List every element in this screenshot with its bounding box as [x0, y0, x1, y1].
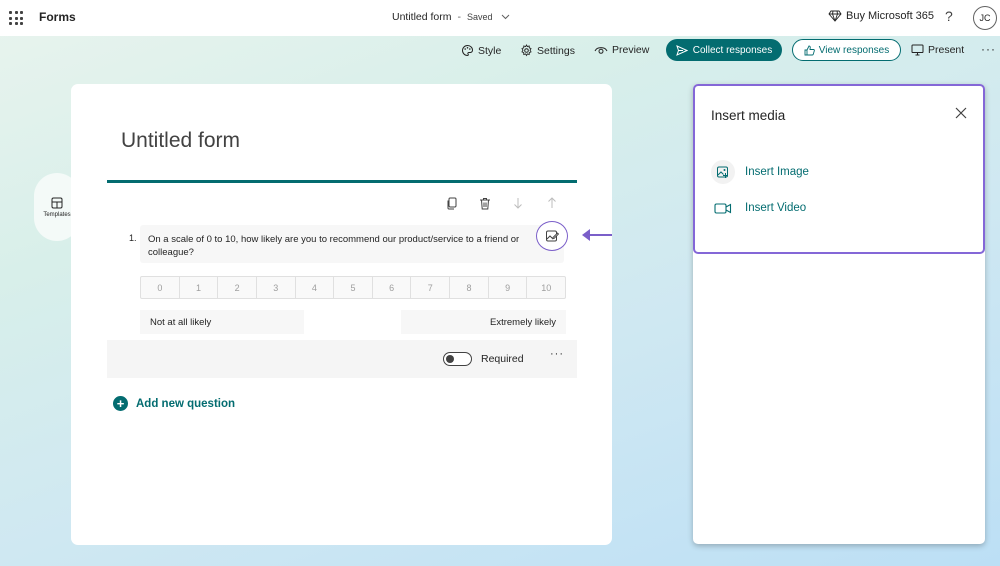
scale-option[interactable]: 8	[450, 277, 489, 298]
app-launcher-icon[interactable]	[9, 11, 23, 25]
question-footer: Required ···	[107, 340, 577, 378]
collect-responses-button[interactable]: Collect responses	[666, 39, 782, 61]
question-more-button[interactable]: ···	[550, 348, 564, 360]
thumbs-up-icon	[804, 45, 815, 55]
required-label: Required	[481, 353, 524, 365]
image-edit-icon	[546, 230, 559, 242]
eye-icon	[594, 47, 608, 54]
insert-video-button[interactable]: Insert Video	[711, 196, 806, 220]
insert-media-button[interactable]	[536, 221, 568, 251]
scale-option[interactable]: 5	[334, 277, 373, 298]
insert-media-section: Insert media Insert Image Insert Video	[693, 84, 985, 254]
trash-icon[interactable]	[479, 197, 491, 210]
scale-option[interactable]: 7	[411, 277, 451, 298]
style-button[interactable]: Style	[461, 44, 501, 57]
annotation-arrow-icon	[582, 229, 612, 241]
insert-image-label: Insert Image	[745, 166, 809, 178]
insert-media-panel: Insert media Insert Image Insert Video	[693, 84, 985, 544]
style-label: Style	[478, 44, 502, 57]
top-bar: Forms Untitled form - Saved Buy Microsof…	[0, 0, 1000, 36]
buy-microsoft-365-button[interactable]: Buy Microsoft 365	[828, 10, 934, 22]
collect-responses-label: Collect responses	[692, 44, 773, 56]
arrow-down-icon[interactable]	[513, 197, 523, 209]
close-icon[interactable]	[954, 106, 968, 120]
more-options-button[interactable]: ···	[981, 42, 996, 56]
document-title: Untitled form	[392, 11, 452, 23]
scale-option[interactable]: 9	[489, 277, 528, 298]
help-icon[interactable]: ?	[945, 8, 953, 24]
palette-icon	[462, 44, 473, 57]
app-name[interactable]: Forms	[39, 10, 76, 24]
gear-icon	[521, 44, 532, 57]
question-card[interactable]: 1. On a scale of 0 to 10, how likely are…	[107, 180, 577, 378]
copy-icon[interactable]	[446, 197, 458, 210]
scale-option[interactable]: 1	[180, 277, 219, 298]
panel-title: Insert media	[711, 108, 786, 123]
form-toolbar: Style Settings Preview Collect responses…	[0, 38, 1000, 64]
present-label: Present	[928, 44, 965, 56]
settings-button[interactable]: Settings	[520, 44, 575, 57]
template-icon	[51, 197, 63, 208]
diamond-icon	[828, 10, 842, 22]
question-number: 1.	[129, 233, 137, 243]
title-separator: -	[457, 11, 462, 23]
view-responses-button[interactable]: View responses	[792, 39, 901, 61]
scale-option[interactable]: 0	[141, 277, 180, 298]
insert-image-button[interactable]: Insert Image	[711, 160, 809, 184]
add-new-question-label: Add new question	[136, 397, 236, 410]
preview-button[interactable]: Preview	[594, 44, 649, 56]
scale-option[interactable]: 2	[218, 277, 257, 298]
buy-label: Buy Microsoft 365	[846, 10, 935, 22]
high-label-field[interactable]: Extremely likely	[401, 310, 566, 334]
image-icon	[711, 160, 735, 184]
low-label-field[interactable]: Not at all likely	[140, 310, 304, 334]
chevron-down-icon	[501, 14, 509, 20]
rating-scale: 0 1 2 3 4 5 6 7 8 9 10	[140, 276, 566, 299]
preview-label: Preview	[612, 44, 650, 56]
scale-option[interactable]: 6	[373, 277, 412, 298]
form-canvas: Untitled form 1. On a scale of 0 to 10, …	[71, 84, 612, 545]
document-title-area[interactable]: Untitled form - Saved	[392, 11, 510, 23]
scale-option[interactable]: 4	[296, 277, 335, 298]
form-title[interactable]: Untitled form	[121, 129, 240, 153]
monitor-icon	[911, 44, 924, 56]
arrow-up-icon[interactable]	[547, 197, 557, 209]
save-status: Saved	[467, 12, 493, 22]
insert-video-label: Insert Video	[745, 202, 807, 214]
present-button[interactable]: Present	[911, 44, 964, 56]
scale-option[interactable]: 3	[257, 277, 296, 298]
settings-label: Settings	[537, 44, 575, 57]
add-new-question-button[interactable]: + Add new question	[113, 396, 235, 411]
send-icon	[675, 44, 688, 56]
question-text: On a scale of 0 to 10, how likely are yo…	[148, 234, 520, 258]
view-responses-label: View responses	[818, 44, 890, 56]
video-icon	[711, 196, 735, 220]
avatar[interactable]: JC	[973, 6, 997, 30]
scale-option[interactable]: 10	[527, 277, 565, 298]
templates-label: Templates	[43, 211, 71, 218]
required-toggle[interactable]	[443, 352, 472, 366]
plus-icon: +	[113, 396, 128, 411]
